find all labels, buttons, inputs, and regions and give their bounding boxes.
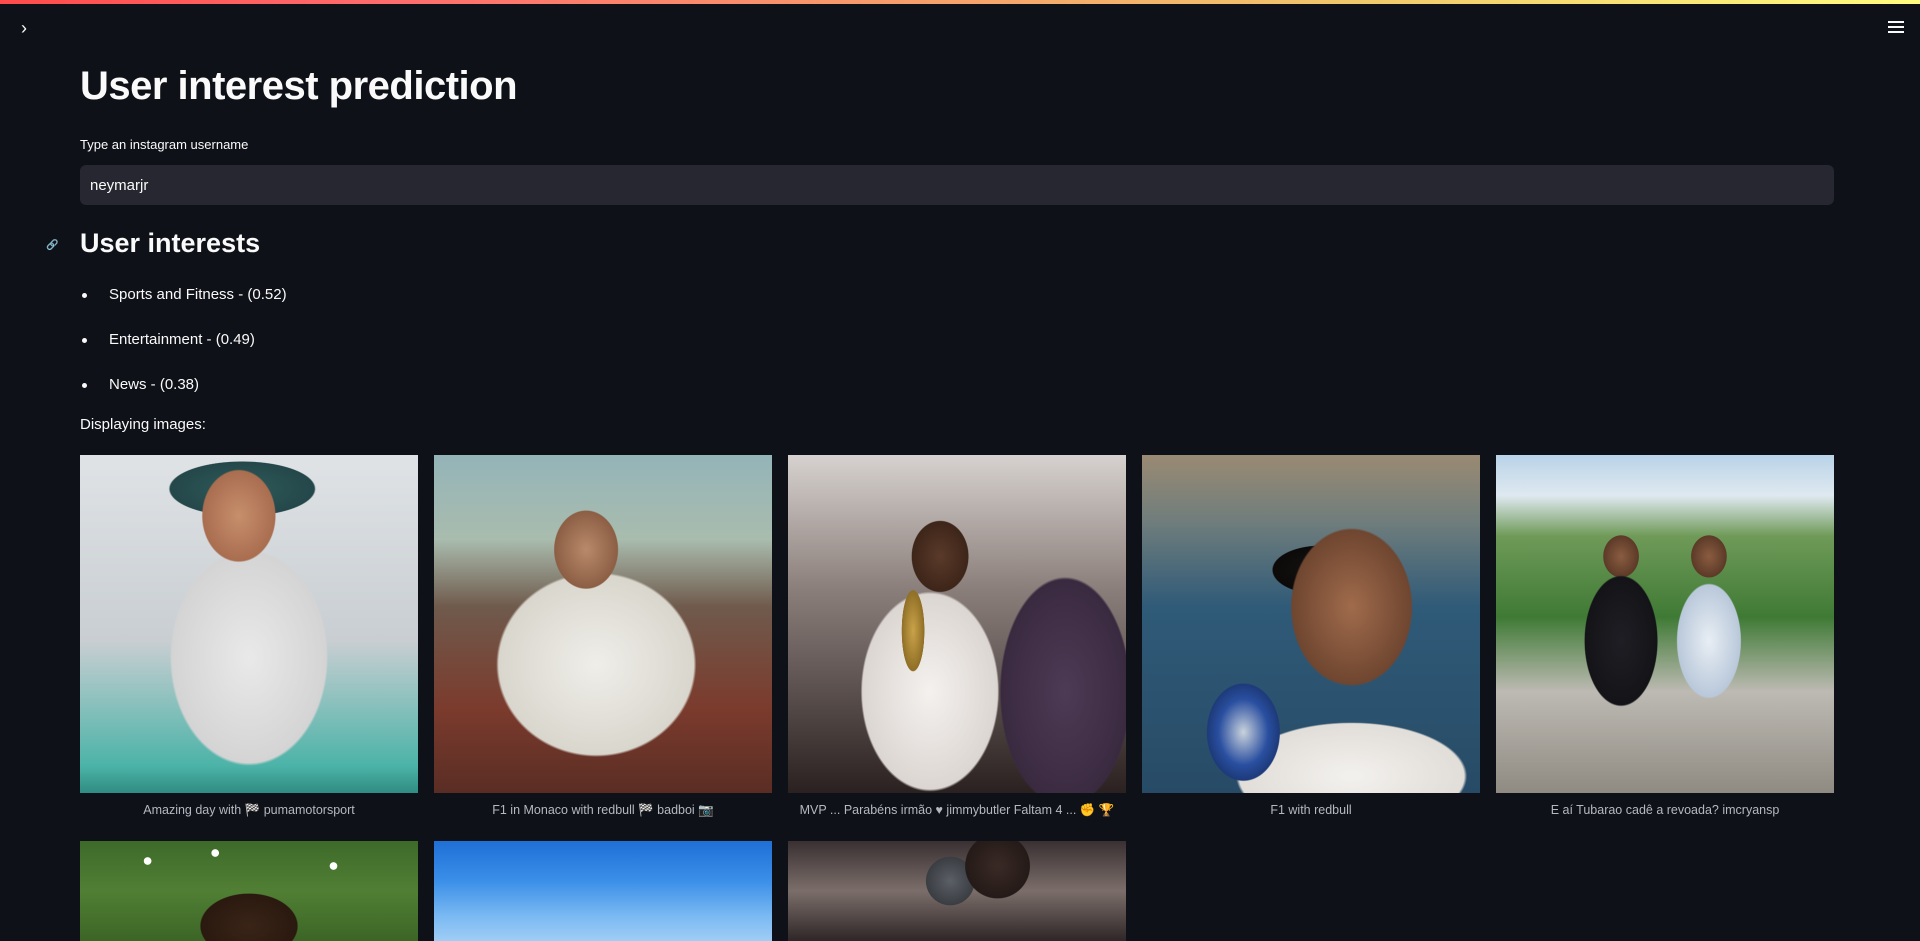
displaying-images-text: Displaying images: bbox=[80, 416, 206, 433]
user-interests-heading: User interests bbox=[80, 228, 261, 258]
hamburger-menu-icon[interactable] bbox=[1884, 18, 1908, 38]
image-card: Amazing day with 🏁 pumamotorsport bbox=[80, 455, 418, 818]
image-card: E aí Tubarao cadê a revoada? imcryansp bbox=[1496, 455, 1834, 817]
image-caption: E aí Tubarao cadê a revoada? imcryansp bbox=[1550, 803, 1780, 817]
interest-list: Sports and Fitness - (0.52) Entertainmen… bbox=[80, 280, 287, 415]
image-card: MVP ... Parabéns irmão ♥ jimmybutler Fal… bbox=[788, 455, 1126, 818]
image-card: F1 with redbull bbox=[1142, 455, 1480, 817]
post-image bbox=[1142, 455, 1480, 793]
username-input[interactable] bbox=[80, 165, 1834, 205]
chevron-right-icon[interactable]: › bbox=[14, 18, 34, 38]
interest-item: News - (0.38) bbox=[80, 370, 287, 415]
image-caption: Amazing day with 🏁 pumamotorsport bbox=[143, 803, 355, 817]
post-image bbox=[788, 841, 1126, 941]
image-card bbox=[80, 841, 418, 941]
image-caption: F1 with redbull bbox=[1270, 803, 1352, 817]
link-icon[interactable]: 🔗 bbox=[46, 240, 58, 251]
image-card bbox=[788, 841, 1126, 941]
image-card: F1 in Monaco with redbull 🏁 badboi 📷 bbox=[434, 455, 772, 818]
interest-item: Sports and Fitness - (0.52) bbox=[80, 280, 287, 325]
post-image bbox=[80, 841, 418, 941]
top-accent-bar bbox=[0, 0, 1920, 4]
page-title: User interest prediction bbox=[80, 64, 518, 108]
post-image bbox=[434, 455, 772, 793]
post-image bbox=[80, 455, 418, 793]
image-card bbox=[434, 841, 772, 941]
image-caption: MVP ... Parabéns irmão ♥ jimmybutler Fal… bbox=[799, 803, 1115, 817]
image-caption: F1 in Monaco with redbull 🏁 badboi 📷 bbox=[492, 803, 714, 817]
post-image bbox=[788, 455, 1126, 793]
post-image bbox=[434, 841, 772, 941]
post-image bbox=[1496, 455, 1834, 793]
username-input-label: Type an instagram username bbox=[80, 137, 249, 152]
interest-item: Entertainment - (0.49) bbox=[80, 325, 287, 370]
